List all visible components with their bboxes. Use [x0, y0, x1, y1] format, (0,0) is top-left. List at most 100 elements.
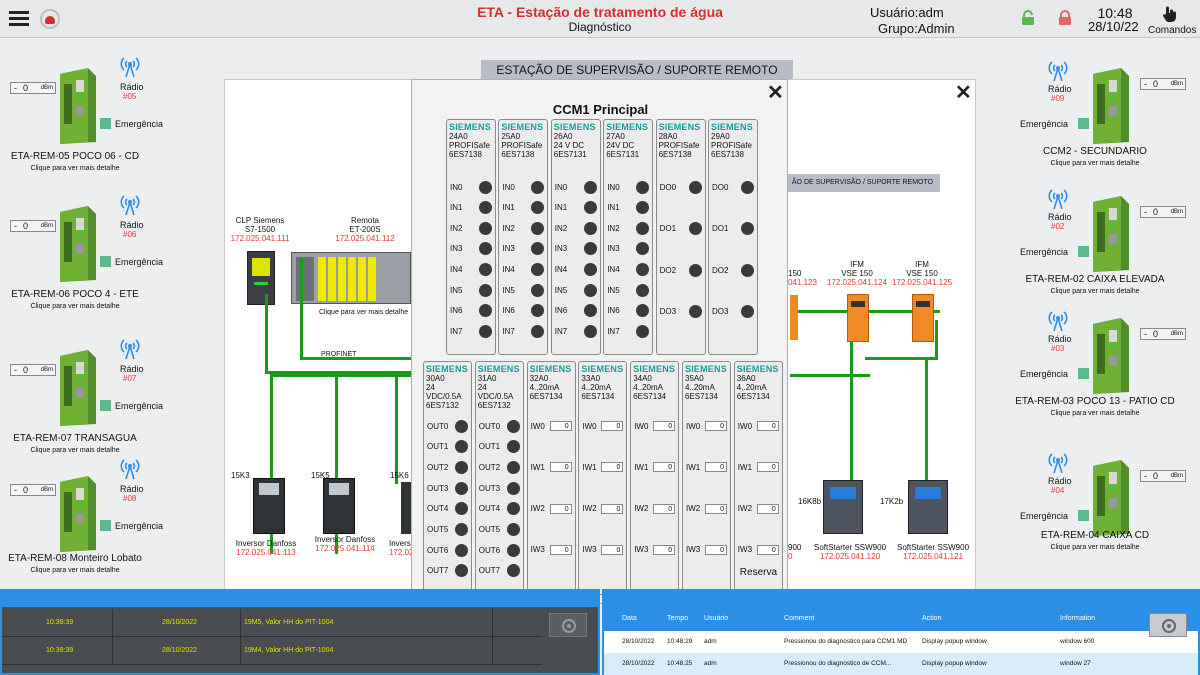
siemens-module-35A0[interactable]: SIEMENS 35A0 4..20mA 6ES7134 IW0 0 IW1 0 IW2 0 I…: [682, 361, 731, 595]
log-cell: 10:48:25: [667, 660, 693, 667]
close-icon[interactable]: ✕: [955, 80, 972, 105]
module-info: 30A0 24 VDC/0.5A 6ES7132: [426, 374, 462, 410]
remota-hint[interactable]: Clique para ver mais detalhe: [319, 309, 408, 316]
io-channel: OUT6: [479, 543, 520, 557]
log-column-header[interactable]: Data: [622, 615, 637, 622]
plc-device-icon[interactable]: [54, 204, 98, 284]
plc-device-icon[interactable]: [1087, 458, 1131, 538]
softstarter-16k8b-device[interactable]: [823, 480, 863, 534]
plc-device-icon[interactable]: [54, 348, 98, 428]
station-hint[interactable]: Clique para ver mais detalhe: [1015, 288, 1175, 295]
ccm1-title: CCM1 Principal: [552, 102, 649, 117]
siemens-module-33A0[interactable]: SIEMENS 33A0 4..20mA 6ES7134 IW0 0 IW1 0 IW2 0 I…: [578, 361, 628, 595]
log-column-header[interactable]: Information: [1060, 615, 1095, 622]
analog-channel: IW0 0: [634, 419, 676, 433]
siemens-module-31A0[interactable]: SIEMENS 31A0 24 VDC/0.5A 6ES7132 OUT0 OUT1 O…: [474, 361, 524, 595]
lock-icon[interactable]: [1057, 10, 1073, 31]
inverter-15k3-device[interactable]: [253, 478, 285, 534]
io-channel: IN4: [450, 262, 492, 276]
station-left-1[interactable]: -0 dBm Rádio #06 Emergência ETA-REM-06 PO…: [0, 195, 180, 316]
commands-label[interactable]: Comandos: [1148, 25, 1196, 36]
log-column-header[interactable]: Tempo: [667, 615, 688, 622]
analog-channel: IW2 0: [738, 502, 779, 516]
siemens-module-25A0[interactable]: SIEMENS 25A0 PROFISafe 6ES7138 IN0 IN1 IN2 IN…: [498, 119, 549, 355]
ifm-124-device[interactable]: [847, 294, 869, 342]
unlock-icon[interactable]: [1020, 10, 1036, 31]
plc-device-icon[interactable]: [54, 66, 98, 146]
log-row[interactable]: 28/10/2022 10:48:25 adm Pressionou do diagn…: [604, 653, 1198, 675]
station-right-0[interactable]: Rádio #09 Emergência -0 dBm CCM2 - SECUND…: [1015, 58, 1200, 178]
siemens-module-32A0[interactable]: SIEMENS 32A0 4..20mA 6ES7134 IW0 0 IW1 0 IW2 0 I…: [526, 361, 576, 595]
status-led: [455, 481, 468, 495]
station-name[interactable]: CCM2 - SECUNDARIO: [1015, 146, 1175, 157]
station-name[interactable]: ETA-REM-02 CAIXA ELEVADA: [1015, 274, 1175, 285]
siemens-module-34A0[interactable]: SIEMENS 34A0 4..20mA 6ES7134 IW0 0 IW1 0 IW2 0 I…: [630, 361, 680, 595]
io-channel: OUT0: [427, 419, 468, 433]
io-channel: DO1: [712, 222, 754, 236]
plc-device-icon[interactable]: [1087, 66, 1131, 146]
station-hint[interactable]: Clique para ver mais detalhe: [0, 567, 150, 574]
dbm-readout: -0 dBm: [10, 82, 56, 94]
station-right-1[interactable]: Rádio #02 Emergência -0 dBm ETA-REM-02 CA…: [1015, 186, 1200, 306]
station-name[interactable]: ETA-REM-03 POCO 13 - PATIO CD: [1015, 396, 1175, 407]
log-column-header[interactable]: Comment: [784, 615, 814, 622]
siemens-module-24A0[interactable]: SIEMENS 24A0 PROFISafe 6ES7138 IN0 IN1 IN2 IN…: [446, 119, 496, 355]
station-name[interactable]: ETA-REM-05 POCO 06 - CD: [0, 151, 150, 162]
station-name[interactable]: ETA-REM-07 TRANSAGUA: [0, 433, 150, 444]
plc-device-icon[interactable]: [1087, 316, 1131, 396]
ifm-125-device[interactable]: [912, 294, 934, 342]
remota-et200s-device[interactable]: [291, 252, 411, 304]
log-settings-button[interactable]: [1149, 613, 1187, 637]
station-name[interactable]: ETA-REM-08 Monteiro Lobato: [0, 553, 150, 564]
module-brand: SIEMENS: [501, 122, 544, 132]
io-channel: IN2: [502, 221, 545, 235]
station-hint[interactable]: Clique para ver mais detalhe: [1015, 160, 1175, 167]
siemens-module-26A0[interactable]: SIEMENS 26A0 24 V DC 6ES7131 IN0 IN1 IN2 IN3 I…: [550, 119, 601, 355]
ifm-partial-device[interactable]: [790, 295, 798, 340]
siemens-module-36A0[interactable]: SIEMENS 36A0 4..20mA 6ES7134 IW0 0 IW1 0 IW2 0 I…: [733, 361, 783, 595]
wire: [925, 357, 928, 480]
emergency-indicator: Emergência: [100, 118, 163, 129]
station-right-3[interactable]: Rádio #04 Emergência -0 dBm ETA-REM-04 CA…: [1015, 450, 1200, 570]
siemens-module-28A0[interactable]: SIEMENS 28A0 PROFISafe 6ES7138 DO0 DO1 DO2 DO…: [655, 119, 706, 355]
status-led: [583, 262, 597, 276]
radio-number: #08: [123, 494, 137, 503]
remota-label: Remota ET-200S 172.025.041.112: [335, 216, 395, 243]
plc-device-icon[interactable]: [1087, 194, 1131, 274]
log-column-header[interactable]: Action: [922, 615, 941, 622]
analog-value: 0: [756, 421, 779, 431]
alarm-settings-button[interactable]: [549, 613, 587, 637]
clp-siemens-device[interactable]: [247, 251, 275, 305]
radio-icon: [116, 54, 144, 83]
softstarter-17k2b-device[interactable]: [908, 480, 948, 534]
io-channel: IN2: [607, 221, 650, 235]
dbm-readout: -0 dBm: [1140, 78, 1186, 90]
analog-channel: IW1 0: [582, 460, 624, 474]
station-right-2[interactable]: Rádio #03 Emergência -0 dBm ETA-REM-03 PO…: [1015, 308, 1200, 428]
radio-label: Rádio: [1048, 84, 1072, 94]
station-name[interactable]: ETA-REM-06 POCO 4 - ETE: [0, 289, 150, 300]
siemens-module-27A0[interactable]: SIEMENS 27A0 24V DC 6ES7131 IN0 IN1 IN2 IN3 IN…: [603, 119, 654, 355]
siemens-module-29A0[interactable]: SIEMENS 29A0 PROFISafe 6ES7138 DO0 DO1 DO2 DO…: [708, 119, 758, 355]
siemens-module-30A0[interactable]: SIEMENS 30A0 24 VDC/0.5A 6ES7132 OUT0 OUT1 O…: [423, 361, 472, 595]
inverter-15k5-device[interactable]: [323, 478, 355, 534]
station-hint[interactable]: Clique para ver mais detalhe: [1015, 410, 1175, 417]
station-hint[interactable]: Clique para ver mais detalhe: [0, 165, 150, 172]
log-column-header[interactable]: Usuário: [704, 615, 728, 622]
station-hint[interactable]: Clique para ver mais detalhe: [1015, 544, 1175, 551]
alarm-row[interactable]: 10:39:39 28/10/2022 19M4, Valor HH do PI…: [2, 637, 542, 665]
station-left-3[interactable]: -0 dBm Rádio #08 Emergência ETA-REM-08 Mo…: [0, 459, 180, 580]
module-brand: SIEMENS: [633, 364, 676, 374]
plc-device-icon[interactable]: [54, 474, 98, 554]
status-led: [636, 201, 650, 215]
station-left-2[interactable]: -0 dBm Rádio #07 Emergência ETA-REM-07 TR…: [0, 339, 180, 460]
station-hint[interactable]: Clique para ver mais detalhe: [0, 447, 150, 454]
station-name[interactable]: ETA-REM-04 CAIXA CD: [1015, 530, 1175, 541]
station-hint[interactable]: Clique para ver mais detalhe: [0, 303, 150, 310]
module-brand: SIEMENS: [736, 364, 779, 374]
module-info: 28A0 PROFISafe 6ES7138: [658, 132, 700, 159]
alarm-row[interactable]: 10:39:39 28/10/2022 19M5, Valor HH do PI…: [2, 609, 542, 637]
station-left-0[interactable]: -0 dBm Rádio #05 Emergência ETA-REM-05 PO…: [0, 57, 180, 178]
log-row[interactable]: 28/10/2022 10:48:29 adm Pressionou do diagn…: [604, 631, 1198, 653]
analog-channel: IW0 0: [582, 419, 624, 433]
